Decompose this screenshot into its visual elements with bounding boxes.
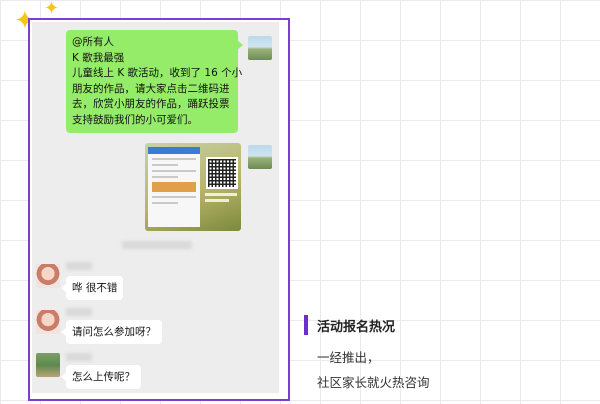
poster-image[interactable] bbox=[145, 143, 241, 231]
avatar[interactable] bbox=[36, 353, 60, 377]
poster-caption bbox=[205, 199, 229, 202]
received-message-bubble: 怎么上传呢？ bbox=[61, 365, 141, 389]
message-line: 支持鼓励我们的小可爱们。 bbox=[72, 113, 198, 126]
message-line: 儿童线上 K 歌活动，收到了 16 个小 bbox=[72, 67, 243, 79]
received-message-bubble: 请问怎么参加呀？ bbox=[61, 320, 162, 344]
description-line: 社区家长就火热咨询 bbox=[317, 375, 430, 390]
blurred-timestamp bbox=[122, 241, 192, 249]
description-line: 一经推出， bbox=[317, 350, 380, 365]
message-line: @所有人 bbox=[72, 36, 114, 48]
sent-message-bubble: @所有人 K 歌我最强 儿童线上 K 歌活动，收到了 16 个小 朋友的作品，请… bbox=[66, 30, 243, 133]
avatar[interactable] bbox=[36, 310, 60, 334]
chat-panel: @所有人 K 歌我最强 儿童线上 K 歌活动，收到了 16 个小 朋友的作品，请… bbox=[32, 22, 279, 393]
message-line: 朋友的作品，请大家点击二维码进 bbox=[72, 82, 230, 95]
received-message-bubble: 哗 很不错 bbox=[60, 276, 124, 300]
blurred-sender-name bbox=[66, 308, 92, 316]
message-line: 去，欣赏小朋友的作品，踊跃投票 bbox=[72, 98, 230, 110]
sparkle-icon: ✦ bbox=[44, 0, 60, 19]
poster-card bbox=[148, 147, 200, 227]
message-line: K 歌我最强 bbox=[72, 51, 125, 64]
avatar[interactable] bbox=[36, 264, 60, 288]
avatar[interactable] bbox=[248, 145, 272, 169]
section-title: 活动报名热况 bbox=[317, 320, 396, 335]
avatar[interactable] bbox=[248, 36, 272, 60]
blurred-sender-name bbox=[66, 353, 92, 361]
blurred-sender-name bbox=[66, 262, 92, 270]
title-accent-bar bbox=[304, 315, 308, 335]
poster-caption bbox=[205, 193, 237, 196]
qr-code[interactable] bbox=[206, 157, 238, 189]
